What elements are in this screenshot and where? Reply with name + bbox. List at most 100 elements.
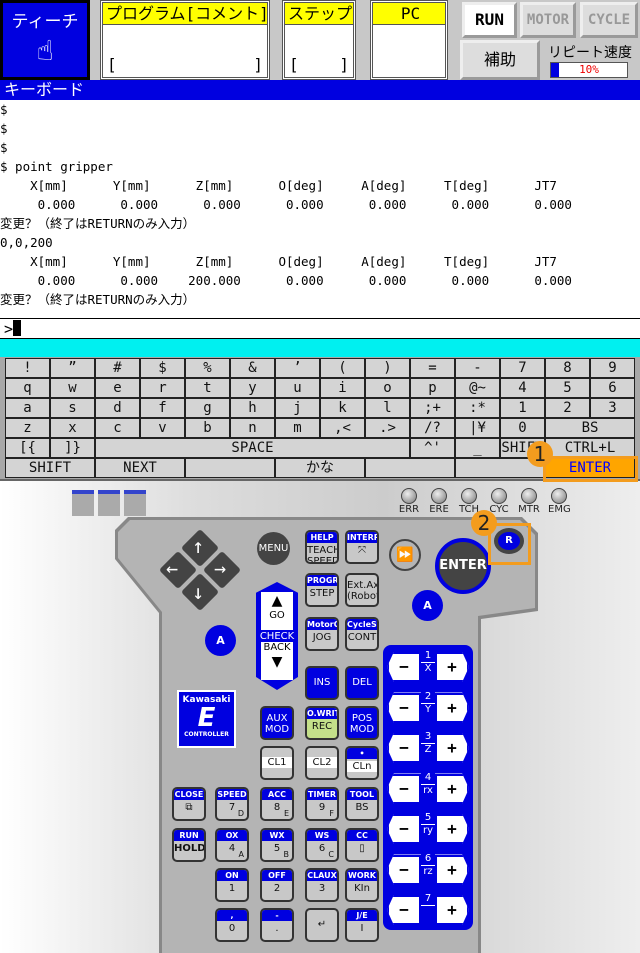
pendant-key-6-22[interactable]: WS 6 C bbox=[305, 828, 339, 862]
key--3-7[interactable]: ,< bbox=[320, 418, 365, 438]
pendant-key-REC-9[interactable]: O.WRITE REC bbox=[305, 706, 339, 740]
key-b-3-4[interactable]: b bbox=[185, 418, 230, 438]
key-g-2-4[interactable]: g bbox=[185, 398, 230, 418]
pendant-key-POSMOD-10[interactable]: POS MOD bbox=[345, 706, 379, 740]
key-CTRLL-4-6[interactable]: CTRL+L bbox=[545, 438, 635, 458]
key-BS-3-12[interactable]: BS bbox=[545, 418, 635, 438]
pendant-key-5-21[interactable]: WX 5 B bbox=[260, 828, 294, 862]
pendant-key-icon-1[interactable]: INTERP ⤧ bbox=[345, 530, 379, 564]
jog-minus-button[interactable]: − bbox=[387, 895, 421, 925]
key-blank-5-4[interactable] bbox=[365, 458, 455, 478]
pendant-key-icon-23[interactable]: CC ▯ bbox=[345, 828, 379, 862]
pendant-key-HOLD-19[interactable]: RUN HOLD bbox=[172, 828, 206, 862]
key--0-10[interactable]: - bbox=[455, 358, 500, 378]
key-o-1-8[interactable]: o bbox=[365, 378, 410, 398]
screen-layout-icon[interactable] bbox=[72, 490, 94, 516]
key-k-2-7[interactable]: k bbox=[320, 398, 365, 418]
key-a-2-0[interactable]: a bbox=[5, 398, 50, 418]
key--2-9[interactable]: ;+ bbox=[410, 398, 455, 418]
key--0-0[interactable]: ! bbox=[5, 358, 50, 378]
pendant-key-8-16[interactable]: ACC 8 E bbox=[260, 787, 294, 821]
pendant-key-4-20[interactable]: OX 4 A bbox=[215, 828, 249, 862]
pendant-key-CONT-5[interactable]: CycleStart CONT bbox=[345, 617, 379, 651]
key-v-3-3[interactable]: v bbox=[140, 418, 185, 438]
pendant-key-CL1-11[interactable]: CL1 bbox=[260, 746, 294, 780]
pendant-key-TEACHSPEED-0[interactable]: HELP TEACH SPEED bbox=[305, 530, 339, 564]
key--3-9[interactable]: /? bbox=[410, 418, 455, 438]
teach-mode-button[interactable]: ティーチ ☝ bbox=[0, 0, 90, 80]
pendant-key-icon-29[interactable]: -. bbox=[260, 908, 294, 942]
key-NEXT-5-1[interactable]: NEXT bbox=[95, 458, 185, 478]
key-z-3-0[interactable]: z bbox=[5, 418, 50, 438]
key-u-1-6[interactable]: u bbox=[275, 378, 320, 398]
key--0-1[interactable]: ” bbox=[50, 358, 95, 378]
pendant-key-STEP-2[interactable]: PROGRAM STEP bbox=[305, 573, 339, 607]
aux-button[interactable]: 補助 bbox=[460, 40, 540, 80]
pendant-key-CL2-12[interactable]: CL2 bbox=[305, 746, 339, 780]
key--4-3[interactable]: ^' bbox=[410, 438, 455, 458]
pendant-key-1-24[interactable]: ON 1 bbox=[215, 868, 249, 902]
jog-plus-button[interactable]: + bbox=[435, 692, 469, 723]
key-n-3-5[interactable]: n bbox=[230, 418, 275, 438]
step-panel[interactable]: ステップ [] bbox=[282, 0, 356, 80]
key-d-2-2[interactable]: d bbox=[95, 398, 140, 418]
jog-minus-button[interactable]: − bbox=[387, 854, 421, 885]
a-button[interactable]: A bbox=[412, 590, 443, 621]
jog-plus-button[interactable]: + bbox=[435, 652, 469, 682]
pendant-key-9-17[interactable]: TIMER 9 F bbox=[305, 787, 339, 821]
key--4-1[interactable]: ]} bbox=[50, 438, 95, 458]
key-0-3-11[interactable]: 0 bbox=[500, 418, 545, 438]
pendant-key-icon-14[interactable]: CLOSE ⧉ bbox=[172, 787, 206, 821]
pendant-key-icon-30[interactable]: ↵ bbox=[305, 908, 339, 942]
key-p-1-9[interactable]: p bbox=[410, 378, 455, 398]
go-button[interactable]: ▲ GO bbox=[261, 592, 293, 630]
jog-plus-button[interactable]: + bbox=[435, 773, 469, 804]
a-button[interactable]: A bbox=[205, 625, 236, 656]
fast-forward-button[interactable]: ⏩ bbox=[389, 539, 421, 571]
key-9-0-13[interactable]: 9 bbox=[590, 358, 635, 378]
screen-layout-icon[interactable] bbox=[98, 490, 120, 516]
jog-plus-button[interactable]: + bbox=[435, 814, 469, 844]
key-blank-5-2[interactable] bbox=[185, 458, 275, 478]
key-t-1-4[interactable]: t bbox=[185, 378, 230, 398]
key-e-1-2[interactable]: e bbox=[95, 378, 140, 398]
pendant-key-7-15[interactable]: SPEED 7 D bbox=[215, 787, 249, 821]
pendant-key-0-28[interactable]: ,0 bbox=[215, 908, 249, 942]
repeat-speed-bar[interactable]: 10% bbox=[550, 62, 628, 78]
key-4-1-11[interactable]: 4 bbox=[500, 378, 545, 398]
key-m-3-6[interactable]: m bbox=[275, 418, 320, 438]
key-2-2-12[interactable]: 2 bbox=[545, 398, 590, 418]
jog-minus-button[interactable]: − bbox=[387, 692, 421, 723]
jog-plus-button[interactable]: + bbox=[435, 733, 469, 763]
jog-plus-button[interactable]: + bbox=[435, 895, 469, 925]
program-panel[interactable]: プログラム[コメント] [] bbox=[100, 0, 270, 80]
key-c-3-2[interactable]: c bbox=[95, 418, 140, 438]
pendant-key-BS-18[interactable]: TOOL BS bbox=[345, 787, 379, 821]
pendant-key-AUXMOD-8[interactable]: AUX MOD bbox=[260, 706, 294, 740]
jog-minus-button[interactable]: − bbox=[387, 814, 421, 844]
command-input[interactable]: > bbox=[0, 318, 640, 338]
key--4-4[interactable]: _ bbox=[455, 438, 500, 458]
pendant-key-DEL-7[interactable]: DEL bbox=[345, 666, 379, 700]
key-8-0-12[interactable]: 8 bbox=[545, 358, 590, 378]
enter-button[interactable]: ENTER bbox=[435, 538, 491, 594]
key-i-1-7[interactable]: i bbox=[320, 378, 365, 398]
pendant-key-CLn-13[interactable]: • CLn bbox=[345, 746, 379, 780]
jog-minus-button[interactable]: − bbox=[387, 733, 421, 763]
key-3-2-13[interactable]: 3 bbox=[590, 398, 635, 418]
key--0-2[interactable]: # bbox=[95, 358, 140, 378]
key-x-3-1[interactable]: x bbox=[50, 418, 95, 438]
key--0-9[interactable]: = bbox=[410, 358, 455, 378]
key--0-7[interactable]: ( bbox=[320, 358, 365, 378]
key-5-1-12[interactable]: 5 bbox=[545, 378, 590, 398]
key--4-0[interactable]: [{ bbox=[5, 438, 50, 458]
key-h-2-5[interactable]: h bbox=[230, 398, 275, 418]
pendant-key-JOG-4[interactable]: MotorON JOG bbox=[305, 617, 339, 651]
key-f-2-3[interactable]: f bbox=[140, 398, 185, 418]
key--5-3[interactable]: かな bbox=[275, 458, 365, 478]
key-SPACE-4-2[interactable]: SPACE bbox=[95, 438, 410, 458]
key-j-2-6[interactable]: j bbox=[275, 398, 320, 418]
key-y-1-5[interactable]: y bbox=[230, 378, 275, 398]
key--1-10[interactable]: @~ bbox=[455, 378, 500, 398]
key--2-10[interactable]: :* bbox=[455, 398, 500, 418]
